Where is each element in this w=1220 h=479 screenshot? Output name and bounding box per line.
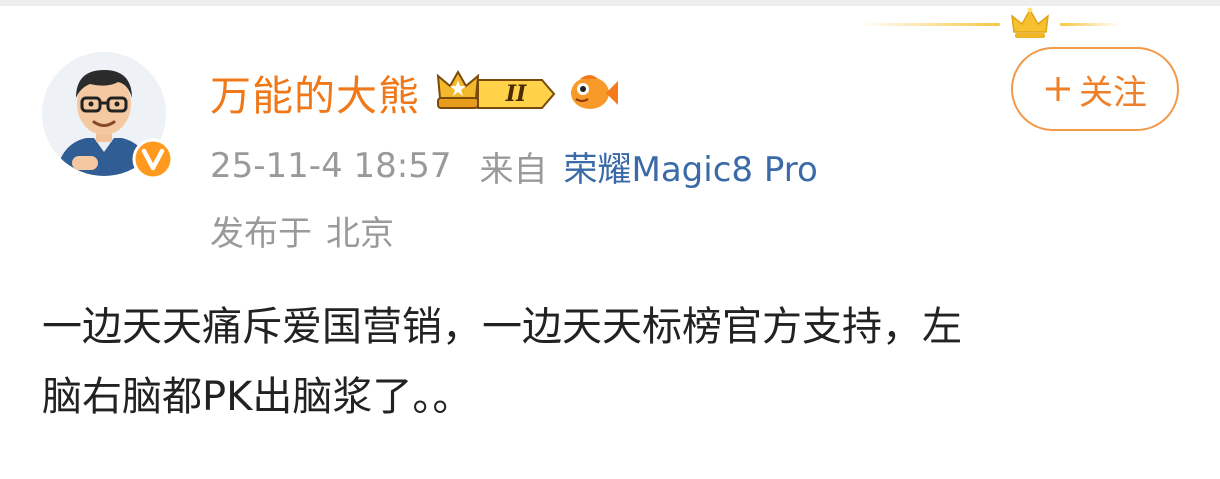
source-label: 来自 xyxy=(479,149,548,190)
location-city: 北京 xyxy=(326,213,394,254)
device-link[interactable]: 荣耀Magic8 Pro xyxy=(564,142,818,191)
post-text-line: 脑右脑都PK出脑浆了。。 xyxy=(42,374,473,420)
username-row: 万能的大熊 II xyxy=(210,62,620,122)
avatar-container[interactable] xyxy=(42,52,174,180)
username[interactable]: 万能的大熊 xyxy=(210,62,420,122)
follow-button[interactable]: 关注 xyxy=(1011,47,1179,131)
verified-v-icon xyxy=(132,138,174,180)
gold-decoration-line-left xyxy=(860,23,1000,26)
gold-decoration-line-right xyxy=(1060,23,1120,26)
crown-decoration-icon xyxy=(1011,7,1049,38)
plus-icon xyxy=(1046,77,1070,101)
level-badge-text: II xyxy=(505,81,527,107)
crown-level-badge-icon[interactable]: II xyxy=(434,68,560,116)
follow-label: 关注 xyxy=(1079,72,1147,113)
fish-icon[interactable] xyxy=(566,69,620,115)
post-meta-row: 25-11-4 18:57 来自 荣耀Magic8 Pro xyxy=(210,140,818,192)
post-timestamp: 25-11-4 18:57 xyxy=(210,146,452,186)
post-body: 一边天天痛斥爱国营销，一边天天标榜官方支持，左 脑右脑都PK出脑浆了。。 xyxy=(42,292,1182,432)
post-text-line: 一边天天痛斥爱国营销，一边天天标榜官方支持，左 xyxy=(42,304,962,350)
location-prefix: 发布于 xyxy=(210,213,312,254)
location-row: 发布于 北京 xyxy=(210,204,394,256)
